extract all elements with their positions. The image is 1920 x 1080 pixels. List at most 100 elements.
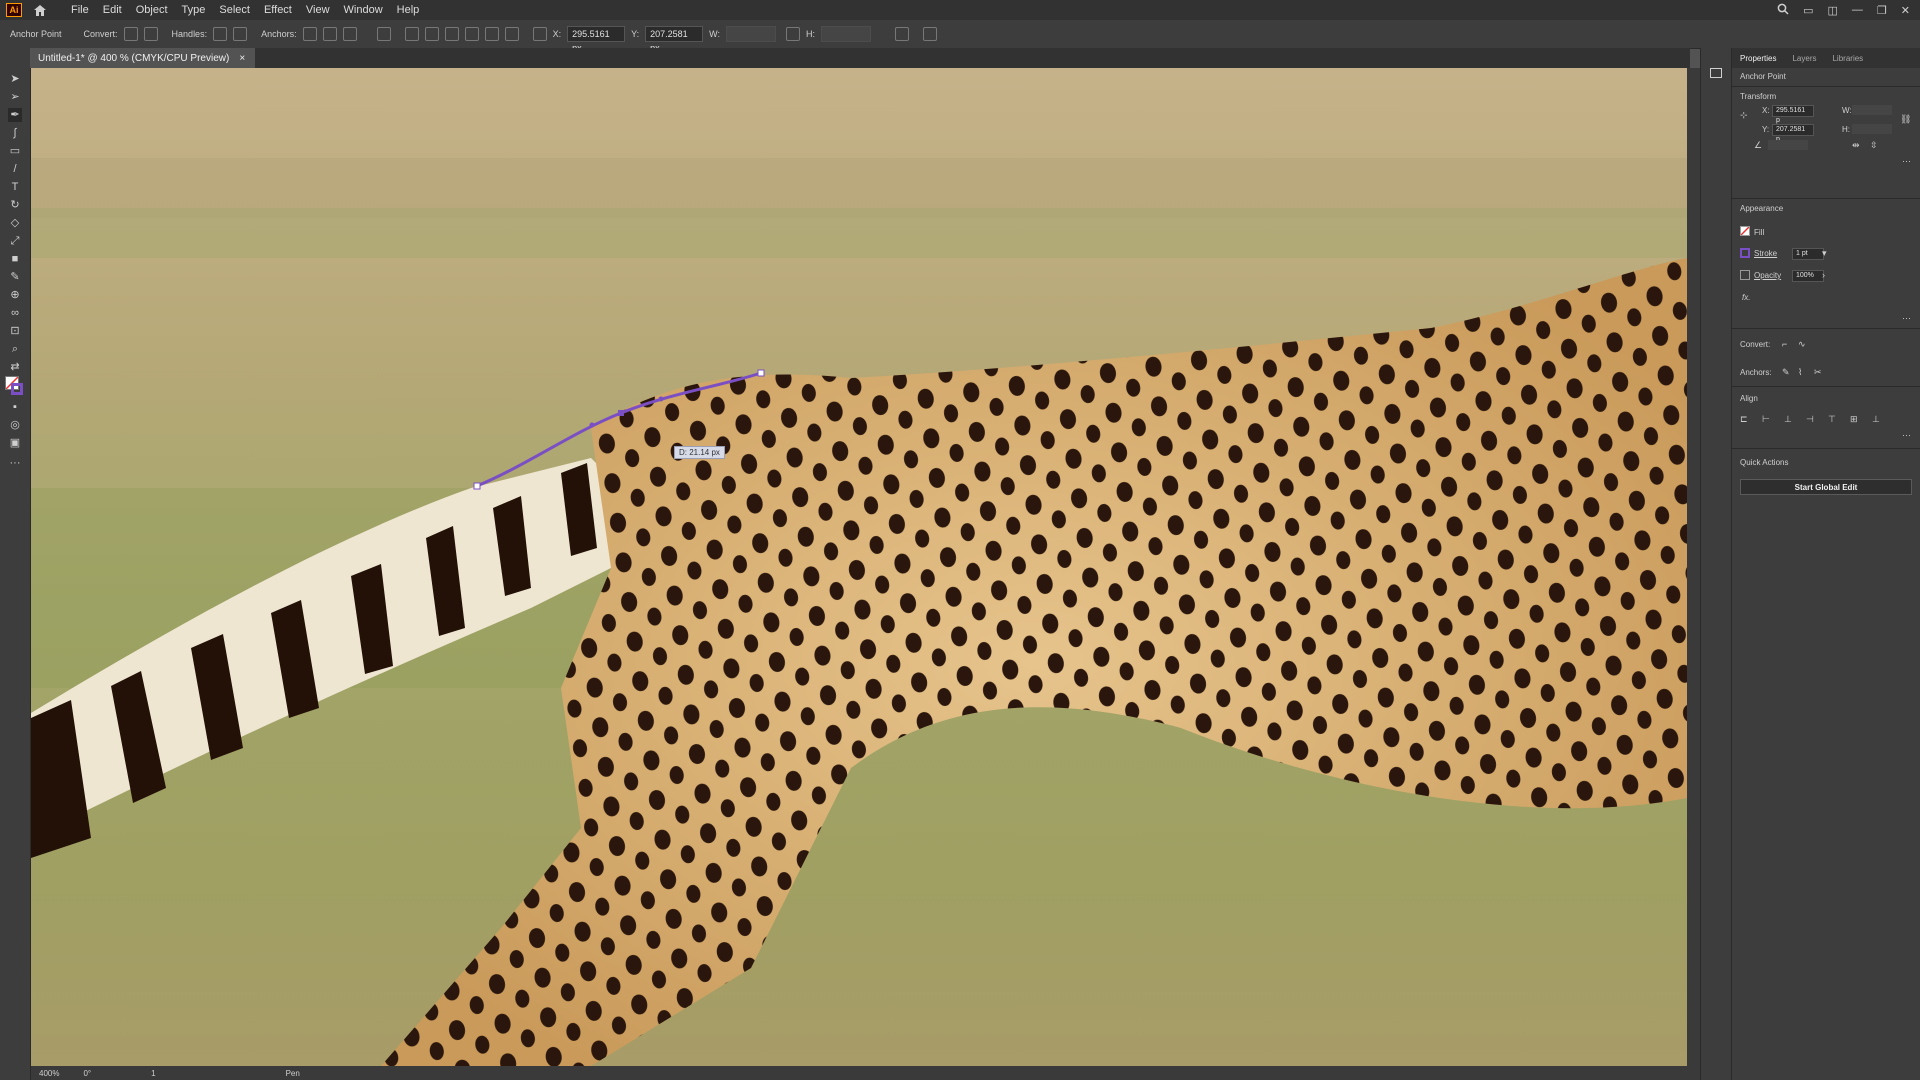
scale-tool-icon[interactable]: ⤢ <box>8 234 22 248</box>
align-left-icon[interactable]: ⊢ <box>1762 414 1774 424</box>
menu-view[interactable]: View <box>299 4 337 16</box>
opacity-field[interactable]: 100% <box>1792 270 1824 282</box>
tab-layers[interactable]: Layers <box>1784 54 1824 63</box>
eraser-tool-icon[interactable]: ◇ <box>8 216 22 230</box>
type-tool-icon[interactable]: T <box>8 180 22 194</box>
connect-anchors-icon[interactable] <box>322 27 337 41</box>
menu-select[interactable]: Select <box>212 4 257 16</box>
stroke-label[interactable]: Stroke <box>1754 249 1777 258</box>
selection-tool-icon[interactable]: ➤ <box>8 72 22 86</box>
vertical-scrollbar[interactable] <box>1687 68 1700 1066</box>
reference-point-icon[interactable]: ⊹ <box>1740 110 1752 120</box>
align-hcenter-icon[interactable] <box>424 27 439 41</box>
x-field[interactable]: 295.5161 p <box>1772 105 1814 124</box>
align-to-icon[interactable] <box>376 27 391 41</box>
chevron-right-icon[interactable]: › <box>1822 270 1834 280</box>
align-bottom-icon[interactable]: ⊥ <box>1872 414 1884 424</box>
constrain-proportions-icon[interactable] <box>785 27 800 41</box>
anchor-point[interactable] <box>757 369 765 377</box>
zoom-tool-icon[interactable]: ⌕ <box>8 342 22 356</box>
stroke-swatch[interactable] <box>11 383 23 395</box>
flip-vertical-icon[interactable]: ⇳ <box>1870 140 1882 150</box>
y-field[interactable]: 207.2581 p <box>1772 124 1814 143</box>
stroke-swatch[interactable] <box>1740 248 1750 258</box>
comments-icon[interactable] <box>1710 68 1722 78</box>
y-field[interactable]: 207.2581 px <box>645 26 704 53</box>
close-window-icon[interactable]: ✕ <box>1901 4 1910 17</box>
curvature-tool-icon[interactable]: ∫ <box>8 126 22 140</box>
menu-effect[interactable]: Effect <box>257 4 299 16</box>
more-options-icon[interactable] <box>922 27 937 41</box>
close-tab-icon[interactable]: × <box>239 53 245 64</box>
start-global-edit-button[interactable]: Start Global Edit <box>1740 479 1912 495</box>
remove-anchor-icon[interactable] <box>302 27 317 41</box>
color-mode-icon[interactable]: ▪ <box>8 400 22 414</box>
convert-to-smooth-icon[interactable]: ∿ <box>1798 339 1810 349</box>
align-right-icon[interactable] <box>444 27 459 41</box>
convert-to-smooth-icon[interactable] <box>143 27 158 41</box>
anchor-point[interactable] <box>618 410 624 416</box>
direction-handle[interactable] <box>658 396 664 402</box>
menu-help[interactable]: Help <box>390 4 427 16</box>
align-top-icon[interactable] <box>464 27 479 41</box>
screen-mode-icon[interactable]: ▣ <box>8 436 22 450</box>
eyedropper-tool-icon[interactable]: ✎ <box>8 270 22 284</box>
rectangle-tool-icon[interactable]: ▭ <box>8 144 22 158</box>
cut-path-icon[interactable] <box>342 27 357 41</box>
align-bottom-icon[interactable] <box>504 27 519 41</box>
anchor-point[interactable] <box>473 482 481 490</box>
reference-point-icon[interactable] <box>532 27 547 41</box>
default-colors-icon[interactable]: ⇄ <box>8 360 22 374</box>
menu-window[interactable]: Window <box>337 4 390 16</box>
appearance-more-icon[interactable]: ··· <box>1902 313 1914 323</box>
artboard-canvas[interactable]: D: 21.14 px <box>31 68 1687 1066</box>
fill-swatch[interactable] <box>1740 226 1750 236</box>
arrange-documents-icon[interactable]: ▭ <box>1803 4 1813 17</box>
menu-file[interactable]: File <box>64 4 96 16</box>
stroke-weight-field[interactable]: 1 pt <box>1792 248 1824 260</box>
blend-tool-icon[interactable]: ∞ <box>8 306 22 320</box>
direct-selection-tool-icon[interactable]: ➢ <box>8 90 22 104</box>
draw-mode-icon[interactable]: ◎ <box>8 418 22 432</box>
document-tab[interactable]: Untitled-1* @ 400 % (CMYK/CPU Preview) × <box>30 48 256 68</box>
gradient-tool-icon[interactable]: ■ <box>8 252 22 266</box>
restore-icon[interactable]: ❐ <box>1877 4 1887 17</box>
align-hcenter-icon[interactable]: ⊥ <box>1784 414 1796 424</box>
zoom-level[interactable]: 400% <box>39 1069 59 1078</box>
remove-anchor-icon[interactable]: ✎ <box>1782 367 1794 377</box>
menu-edit[interactable]: Edit <box>96 4 129 16</box>
search-icon[interactable] <box>1777 3 1789 18</box>
x-field[interactable]: 295.5161 px <box>567 26 626 53</box>
home-icon[interactable] <box>32 3 48 17</box>
artboard-number[interactable]: 1 <box>151 1069 155 1078</box>
pen-tool-icon[interactable]: ✒ <box>8 108 22 122</box>
isolate-object-icon[interactable] <box>894 27 909 41</box>
opacity-label[interactable]: Opacity <box>1754 271 1781 280</box>
convert-to-corner-icon[interactable]: ⌐ <box>1782 339 1794 349</box>
rotation-value[interactable]: 0° <box>83 1069 91 1078</box>
convert-to-corner-icon[interactable] <box>123 27 138 41</box>
workspace-switcher-icon[interactable]: ◫ <box>1828 4 1838 17</box>
align-to-icon[interactable]: ⊏ <box>1740 414 1752 424</box>
connect-anchors-icon[interactable]: ⌇ <box>1798 367 1810 377</box>
edit-toolbar-icon[interactable]: ··· <box>8 456 22 470</box>
align-vcenter-icon[interactable] <box>484 27 499 41</box>
artboard-tool-icon[interactable]: ⊡ <box>8 324 22 338</box>
minimize-icon[interactable]: — <box>1852 4 1863 16</box>
paintbrush-tool-icon[interactable]: / <box>8 162 22 176</box>
menu-object[interactable]: Object <box>129 4 175 16</box>
rotate-tool-icon[interactable]: ↻ <box>8 198 22 212</box>
align-vcenter-icon[interactable]: ⊞ <box>1850 414 1862 424</box>
tab-libraries[interactable]: Libraries <box>1824 54 1871 63</box>
direction-handle[interactable] <box>589 422 595 428</box>
flip-horizontal-icon[interactable]: ⇹ <box>1852 140 1864 150</box>
show-handles-icon[interactable] <box>213 27 228 41</box>
tab-properties[interactable]: Properties <box>1732 54 1784 63</box>
constrain-proportions-icon[interactable]: ⛓ <box>1900 114 1912 124</box>
align-top-icon[interactable]: ⊤ <box>1828 414 1840 424</box>
align-right-icon[interactable]: ⊣ <box>1806 414 1818 424</box>
cut-path-icon[interactable]: ✂ <box>1814 367 1826 377</box>
chevron-down-icon[interactable]: ▾ <box>1822 248 1834 258</box>
shape-builder-tool-icon[interactable]: ⊕ <box>8 288 22 302</box>
menu-type[interactable]: Type <box>175 4 213 16</box>
